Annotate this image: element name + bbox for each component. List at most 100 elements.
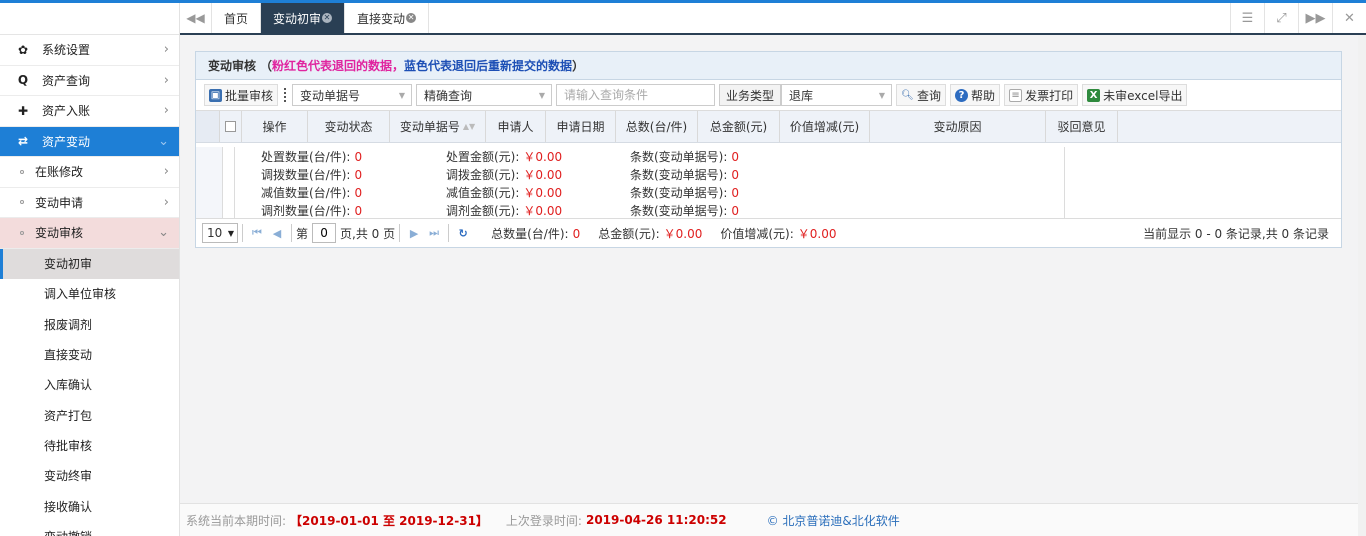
match-mode-select[interactable]: 精确查询 ▼ bbox=[416, 84, 553, 106]
sidebar-leaf-final-review[interactable]: 变动终审 bbox=[0, 461, 179, 491]
sidebar-item-system-settings[interactable]: ✿ 系统设置 › bbox=[0, 35, 179, 66]
summary-value: 0 bbox=[731, 204, 740, 218]
summary-line: 调拨金额(元): ￥0.00 bbox=[446, 166, 562, 184]
summary-label: 处置数量(台/件): bbox=[261, 150, 351, 164]
column-header: 价值增减(元) bbox=[780, 111, 870, 142]
sidebar-item-asset-change[interactable]: ⇄ 资产变动 ⌄ bbox=[0, 126, 179, 157]
tab-home[interactable]: 首页 bbox=[212, 3, 262, 33]
sidebar-leaf-receive-confirm[interactable]: 接收确认 bbox=[0, 491, 179, 521]
sidebar-leaf-direct-change[interactable]: 直接变动 bbox=[0, 339, 179, 369]
summary-label: 调拨金额(元): bbox=[446, 168, 520, 182]
page-scrollbar[interactable] bbox=[1358, 35, 1366, 536]
first-page-icon[interactable]: ⏮ bbox=[247, 226, 267, 240]
plus-icon: ✚ bbox=[17, 103, 29, 118]
summary-area: 处置数量(台/件): 0 调拨数量(台/件): 0 减值数量(台/件): 0 调剂数量… bbox=[235, 147, 1341, 220]
menu-list-icon[interactable]: ☰ bbox=[1230, 3, 1264, 33]
sidebar-leaf-pending-review[interactable]: 待批审核 bbox=[0, 430, 179, 460]
sidebar-subitem-change-review[interactable]: 变动审核 ⌄ bbox=[0, 218, 179, 249]
panel-paren-close: ） bbox=[572, 59, 585, 73]
sidebar-leaf-initial-review[interactable]: 变动初审 bbox=[0, 248, 179, 279]
summary-count-column: 条数(变动单据号): 0 条数(变动单据号): 0 条数(变动单据号): 0 条数(变… bbox=[630, 148, 739, 220]
close-tab-icon[interactable]: ✕ bbox=[322, 13, 333, 23]
refresh-icon[interactable]: ↻ bbox=[453, 227, 473, 240]
summary-value: 0 bbox=[354, 150, 363, 164]
search-input[interactable] bbox=[556, 84, 716, 106]
chevron-down-icon: ⌄ bbox=[158, 133, 169, 149]
fullscreen-icon[interactable]: ⤢ bbox=[1264, 3, 1298, 33]
pager-separator bbox=[242, 224, 243, 242]
column-header: 申请人 bbox=[486, 111, 546, 142]
search-field-select[interactable]: 变动单据号 ▼ bbox=[292, 84, 413, 106]
excel-icon: X bbox=[1087, 88, 1101, 102]
pager-separator bbox=[448, 224, 450, 242]
summary-value: ￥0.00 bbox=[523, 150, 563, 164]
sidebar-leaf-change-revoke[interactable]: 变动撤销 bbox=[0, 521, 179, 536]
scroll-tabs-right-icon[interactable]: ▶▶ bbox=[1298, 3, 1332, 33]
tab-direct-change[interactable]: 直接变动 ✕ bbox=[345, 3, 430, 33]
summary-value: 0 bbox=[731, 186, 740, 200]
close-all-icon[interactable]: ✕ bbox=[1332, 3, 1366, 33]
chevron-right-icon: › bbox=[163, 103, 169, 119]
page-prefix: 第 bbox=[296, 226, 309, 241]
scroll-tabs-left-icon[interactable]: ◀◀ bbox=[180, 3, 212, 33]
chevron-right-icon: › bbox=[163, 42, 169, 58]
biz-type-value: 退库 bbox=[789, 88, 814, 103]
summary-label: 处置金额(元): bbox=[446, 150, 520, 164]
select-all-checkbox[interactable] bbox=[225, 121, 236, 132]
sidebar-subitem-label: 变动申请 bbox=[35, 195, 84, 210]
panel-title: 变动审核 bbox=[208, 59, 257, 73]
sidebar-item-asset-entry[interactable]: ✚ 资产入账 › bbox=[0, 96, 179, 127]
column-header: 变动状态 bbox=[308, 111, 390, 142]
sidebar-leaf-transfer-in-review[interactable]: 调入单位审核 bbox=[0, 279, 179, 309]
biz-type-select[interactable]: 退库 ▼ bbox=[781, 84, 893, 106]
column-header-sortable[interactable]: 变动单据号 ▲▼ bbox=[390, 111, 486, 142]
column-header: 驳回意见 bbox=[1046, 111, 1118, 142]
next-page-icon[interactable]: ▶ bbox=[404, 227, 424, 240]
biz-type-label: 业务类型 bbox=[719, 84, 782, 106]
save-icon: ▣ bbox=[209, 88, 222, 102]
summary-line: 调剂金额(元): ￥0.00 bbox=[446, 202, 562, 220]
summary-amount-column: 处置金额(元): ￥0.00 调拨金额(元): ￥0.00 减值金额(元): ￥0.0… bbox=[446, 148, 562, 220]
sidebar-leaf-asset-package[interactable]: 资产打包 bbox=[0, 400, 179, 430]
sidebar-leaf-scrap-allocation[interactable]: 报废调剂 bbox=[0, 309, 179, 339]
sidebar-item-label: 资产查询 bbox=[42, 73, 91, 88]
page-number-input[interactable] bbox=[312, 223, 337, 243]
pager-separator bbox=[291, 224, 292, 242]
summary-value: 0 bbox=[354, 204, 363, 218]
sidebar-item-asset-query[interactable]: Q 资产查询 › bbox=[0, 66, 179, 96]
summary-line: 调剂数量(台/件): 0 bbox=[261, 202, 362, 220]
summary-line: 条数(变动单据号): 0 bbox=[630, 184, 739, 202]
sidebar-item-label: 资产变动 bbox=[42, 134, 91, 149]
page-size-select[interactable]: 10 ▼ bbox=[202, 223, 238, 243]
tab-initial-review[interactable]: 变动初审 ✕ bbox=[261, 3, 346, 33]
sidebar-leaf-storage-confirm[interactable]: 入库确认 bbox=[0, 370, 179, 400]
chevron-right-icon: › bbox=[163, 164, 169, 180]
summary-line: 条数(变动单据号): 0 bbox=[630, 166, 739, 184]
export-excel-label: 未审excel导出 bbox=[1103, 88, 1183, 103]
period-value: 【2019-01-01 至 2019-12-31】 bbox=[290, 513, 488, 528]
caret-down-icon: ▼ bbox=[227, 228, 234, 238]
sidebar-subitem-in-account-edit[interactable]: 在账修改 › bbox=[0, 157, 179, 188]
close-tab-icon[interactable]: ✕ bbox=[406, 13, 417, 23]
match-mode-value: 精确查询 bbox=[424, 88, 473, 103]
query-button[interactable]: 🔍︎ 查询 bbox=[896, 84, 947, 106]
chevron-right-icon: › bbox=[163, 72, 169, 88]
pink-legend-note: 粉红色代表退回的数据， bbox=[272, 59, 405, 73]
pager-separator bbox=[399, 224, 401, 242]
select-all-header bbox=[220, 111, 242, 142]
last-page-icon[interactable]: ⏭ bbox=[424, 226, 444, 240]
export-excel-button[interactable]: X 未审excel导出 bbox=[1082, 84, 1188, 106]
summary-row: 处置数量(台/件): 0 调拨数量(台/件): 0 减值数量(台/件): 0 调剂数量… bbox=[196, 147, 1341, 219]
panel-header: 变动审核 （ 粉红色代表退回的数据， 蓝色代表退回后重新提交的数据 ） bbox=[196, 52, 1341, 80]
invoice-print-button[interactable]: ≡ 发票打印 bbox=[1004, 84, 1079, 106]
tab-label: 首页 bbox=[224, 11, 249, 26]
value-change-stat: 价值增减(元): ￥0.00 bbox=[720, 225, 836, 242]
status-footer: 系统当前本期时间: 【2019-01-01 至 2019-12-31】 上次登录… bbox=[180, 503, 1358, 536]
sidebar-subitem-change-request[interactable]: 变动申请 › bbox=[0, 188, 179, 218]
summary-label: 调拨数量(台/件): bbox=[261, 168, 351, 182]
batch-review-button[interactable]: ▣ 批量审核 bbox=[204, 84, 279, 106]
caret-down-icon: ▼ bbox=[398, 90, 406, 100]
prev-page-icon[interactable]: ◀ bbox=[267, 227, 287, 240]
help-button[interactable]: ? 帮助 bbox=[950, 84, 1001, 106]
pagination-bar: 10 ▼ ⏮ ◀ 第 页,共 0 页 ▶ ⏭ ↻ 总数量(台/件):0 总金额(元… bbox=[196, 219, 1341, 247]
